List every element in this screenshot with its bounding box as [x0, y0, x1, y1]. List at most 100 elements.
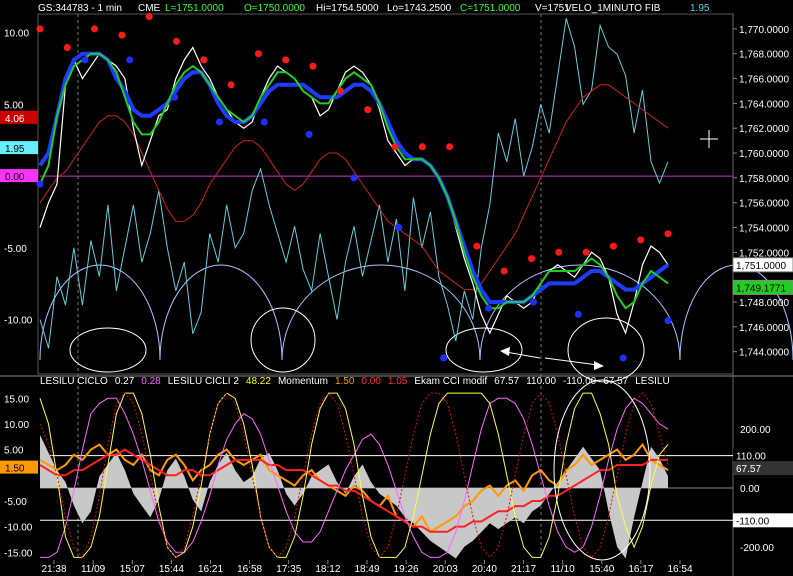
oscillator-left-tick: 10.00: [4, 420, 29, 431]
oscillator-header-item: 0.00: [361, 376, 381, 387]
swing-low-dot: [171, 93, 179, 101]
swing-low-dot: [485, 304, 493, 312]
oscillator-header-item: 1.05: [388, 376, 408, 387]
swing-high-dot: [282, 56, 290, 64]
swing-high-dot: [145, 13, 153, 20]
price-axis-tick: 1,760.0000: [739, 149, 789, 160]
oscillator-header-item: 110.00: [526, 376, 556, 387]
swing-high-dot: [528, 255, 535, 263]
oscillator-left-tick: -5.00: [4, 497, 27, 508]
oscillator-left-tick: 15.00: [4, 394, 29, 405]
swing-low-dot: [440, 354, 448, 362]
oscillator-header-item: Ekam CCI modif: [414, 376, 487, 387]
swing-high-dot: [91, 25, 99, 33]
open-label: O=1750.0000: [244, 3, 305, 14]
time-axis-tick: 16:21: [198, 564, 223, 575]
swing-high-dot: [664, 230, 672, 238]
oscillator-left-tick: 5.00: [4, 446, 24, 457]
time-axis-tick: 15:44: [159, 564, 184, 575]
oscillator-header-item: LESILU CICLI 2: [168, 376, 240, 387]
high-label: Hi=1754.5000: [316, 3, 379, 14]
swing-high-dot: [63, 44, 71, 51]
price-panel-left-tick: -10.00: [4, 316, 33, 327]
price-axis-tick: 1,770.0000: [739, 25, 789, 36]
close-label: C=1751.0000: [460, 3, 521, 14]
right-value-marker-text: 1,751.0000: [736, 261, 786, 272]
time-axis-tick: 15:40: [589, 564, 614, 575]
price-panel-left-tick: 5.00: [4, 100, 24, 111]
time-axis-tick: 16:17: [628, 564, 653, 575]
time-axis-tick: 20:40: [472, 564, 497, 575]
swing-high-dot: [500, 267, 508, 275]
time-axis-tick: 16:58: [237, 564, 262, 575]
study-value: 1.95: [690, 3, 710, 14]
price-axis-tick: 1,746.0000: [739, 323, 789, 334]
swing-low-dot: [215, 118, 223, 126]
price-axis-tick: 1,758.0000: [739, 174, 789, 185]
symbol-label: GS:344783 - 1 min: [38, 3, 122, 14]
oscillator-header-item: LESILU: [635, 376, 669, 387]
swing-high-dot: [473, 242, 481, 250]
swing-low-dot: [664, 317, 672, 325]
oscillator-right-marker-text: -110.00: [736, 516, 770, 527]
swing-high-dot: [582, 248, 590, 256]
time-axis-tick: 11/09: [81, 564, 106, 575]
time-axis-tick: 20:03: [433, 564, 458, 575]
oscillator-header-item: Momentum: [278, 376, 328, 387]
oscillator-header-item: 67.57: [494, 376, 519, 387]
low-label: Lo=1743.2500: [387, 3, 452, 14]
time-axis-tick: 21:38: [41, 564, 66, 575]
left-value-marker-text: 4.06: [5, 114, 25, 125]
time-axis-tick: 18:12: [315, 564, 340, 575]
right-value-marker-text: 1,749.1771: [736, 283, 786, 294]
price-panel-left-tick: -5.00: [4, 244, 27, 255]
time-axis-tick: 17:35: [276, 564, 301, 575]
oscillator-header-item: 0.27: [115, 376, 135, 387]
swing-low-dot: [574, 310, 582, 318]
price-panel-header: GS:344783 - 1 min CME L=1751.0000 O=1750…: [38, 3, 710, 14]
swing-high-dot: [555, 248, 563, 256]
oscillator-left-tick: -15.00: [4, 548, 33, 559]
swing-low-dot: [305, 130, 313, 138]
price-axis-tick: 1,754.0000: [739, 224, 789, 235]
time-axis-tick: 11/10: [550, 564, 575, 575]
swing-high-dot: [391, 143, 399, 151]
swing-high-dot: [36, 25, 44, 33]
price-axis-tick: 1,748.0000: [739, 298, 789, 309]
oscillator-header-item: LESILU CICLO: [40, 376, 108, 387]
swing-low-dot: [395, 224, 403, 231]
left-value-marker-text: 1.95: [5, 144, 25, 155]
oscillator-right-tick: 0.00: [740, 484, 760, 495]
oscillator-right-marker-text: 67.57: [736, 464, 761, 475]
left-value-marker-text: 0.00: [5, 172, 25, 183]
swing-low-dot: [619, 354, 627, 362]
swing-high-dot: [609, 242, 617, 250]
oscillator-right-tick: 200.00: [740, 425, 771, 436]
oscillator-header-item: -110.00: [563, 376, 597, 387]
swing-high-dot: [173, 37, 180, 45]
swing-high-dot: [446, 143, 454, 151]
time-axis-tick: 16:54: [667, 564, 692, 575]
swing-low-dot: [81, 56, 89, 64]
swing-low-dot: [350, 174, 358, 182]
swing-low-dot: [529, 298, 537, 306]
swing-high-dot: [418, 143, 426, 151]
time-axis-tick: 19:26: [394, 564, 419, 575]
swing-high-dot: [227, 81, 235, 89]
swing-low-dot: [126, 56, 134, 64]
swing-high-dot: [254, 50, 262, 58]
price-axis-tick: 1,766.0000: [739, 75, 789, 86]
oscillator-header-item: 0.28: [141, 376, 161, 387]
oscillator-left-marker-text: 1.50: [5, 464, 25, 475]
price-axis-tick: 1,768.0000: [739, 50, 789, 61]
price-axis-tick: 1,764.0000: [739, 99, 789, 110]
study-label: VELO_1MINUTO FIB: [565, 3, 661, 14]
swing-high-dot: [637, 236, 645, 244]
price-axis-tick: 1,744.0000: [739, 348, 789, 359]
price-axis-tick: 1,762.0000: [739, 124, 789, 135]
price-panel-left-tick: 10.00: [4, 29, 29, 40]
oscillator-right-tick: -200.00: [740, 543, 774, 554]
price-axis-tick: 1,756.0000: [739, 199, 789, 210]
time-axis-tick: 18:49: [354, 564, 379, 575]
time-axis-tick: 21:17: [511, 564, 536, 575]
